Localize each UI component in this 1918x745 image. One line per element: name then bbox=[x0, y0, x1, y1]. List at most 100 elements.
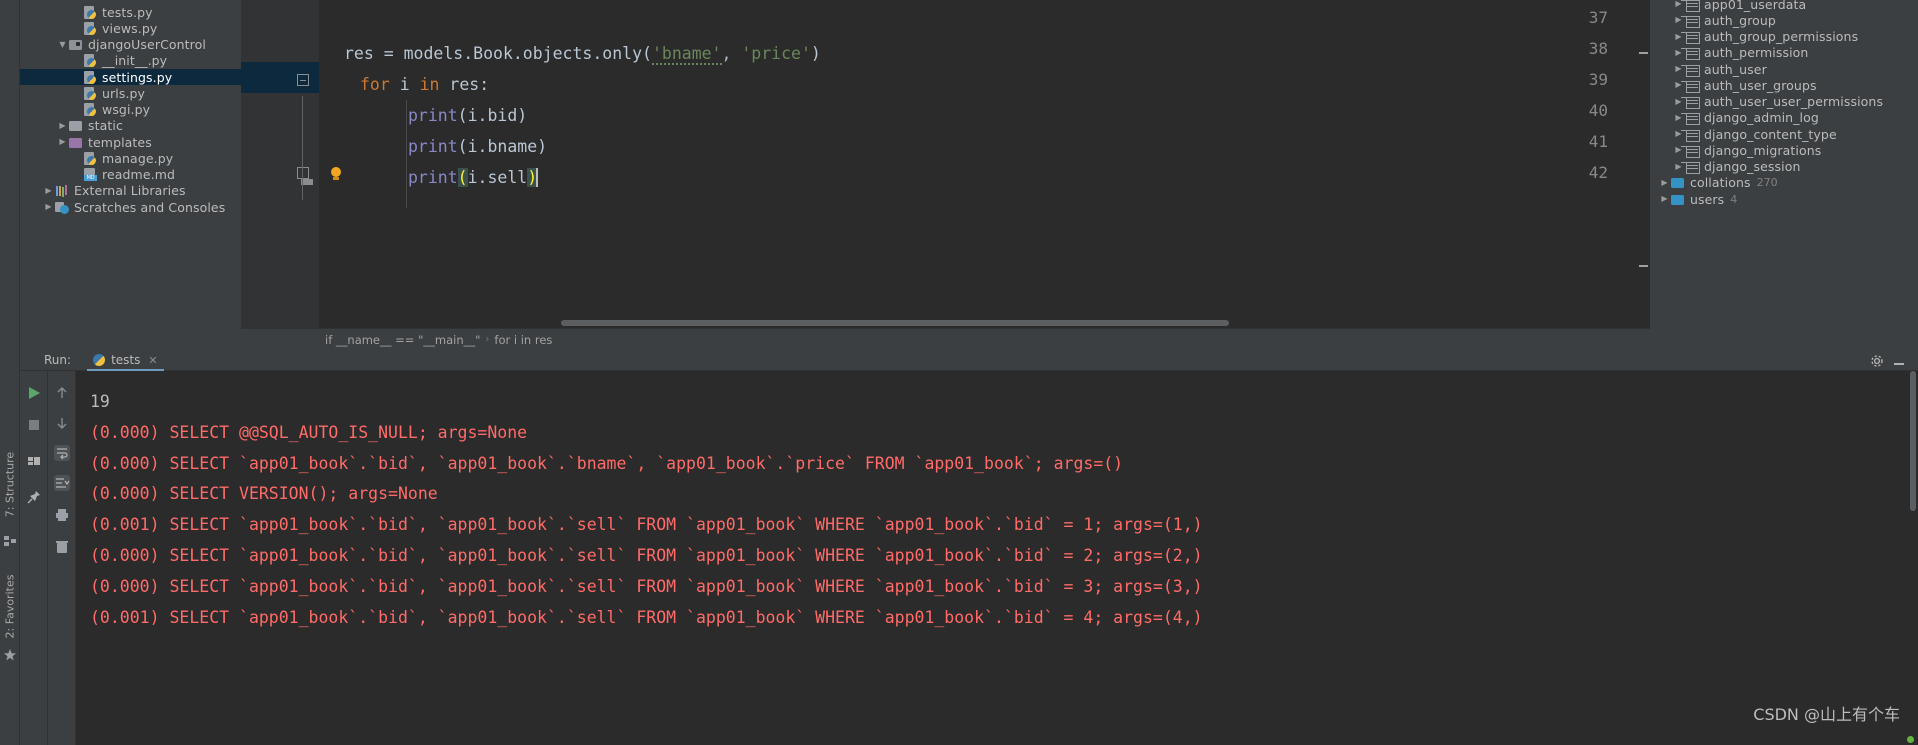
tree-item-label: views.py bbox=[102, 20, 158, 36]
tree-item-label: auth_user_groups bbox=[1704, 77, 1817, 93]
restore-layout-button[interactable] bbox=[26, 453, 42, 469]
tree-item-count: 270 bbox=[1756, 176, 1778, 190]
code-editor[interactable]: 37 38 39 40 41 42 res = models.Book.objects.o… bbox=[241, 0, 1650, 350]
chevron-right-icon[interactable]: ▶ bbox=[1672, 48, 1685, 57]
tree-item-django-content-type[interactable]: ▶ django_content_type bbox=[1650, 126, 1918, 142]
tree-item-djangousercontrol[interactable]: ▼ djangoUserControl bbox=[20, 37, 241, 53]
tree-item-auth-group[interactable]: ▶ auth_group bbox=[1650, 12, 1918, 28]
tree-item-django-session[interactable]: ▶ django_session bbox=[1650, 159, 1918, 175]
tree-item-label: auth_group_permissions bbox=[1704, 29, 1859, 45]
tree-item-urls-py[interactable]: urls.py bbox=[20, 85, 241, 101]
tool-button-structure[interactable]: 7: Structure bbox=[3, 452, 16, 517]
code-token-string: 'bname' bbox=[651, 44, 722, 65]
down-stack-button[interactable] bbox=[54, 415, 70, 431]
chevron-right-icon[interactable]: ▶ bbox=[1672, 81, 1685, 89]
hide-panel-icon[interactable] bbox=[1892, 354, 1906, 368]
code-line-41[interactable]: print(i.bname) bbox=[408, 131, 547, 162]
console-output[interactable]: 19 (0.000) SELECT @@SQL_AUTO_IS_NULL; arg… bbox=[76, 371, 1918, 745]
tree-item-django-admin-log[interactable]: ▶ django_admin_log bbox=[1650, 110, 1918, 126]
editor-horizontal-scrollbar[interactable] bbox=[561, 320, 1229, 326]
db-table-icon bbox=[1685, 0, 1700, 12]
tree-item-label: django_content_type bbox=[1704, 126, 1837, 142]
tree-item-label: auth_user bbox=[1704, 61, 1767, 77]
tree-item-tests-py[interactable]: tests.py bbox=[20, 4, 241, 20]
code-token: res = models.Book.objects.only( bbox=[344, 44, 652, 63]
tree-item-django-migrations[interactable]: ▶ django_migrations bbox=[1650, 142, 1918, 158]
tree-item-external-libraries[interactable]: ▶ External Libraries bbox=[20, 183, 241, 199]
tree-item-label: djangoUserControl bbox=[88, 37, 206, 53]
tree-item-label: wsgi.py bbox=[102, 102, 151, 118]
run-panel-header: Run: tests ✕ bbox=[20, 350, 1918, 371]
clear-all-button[interactable] bbox=[54, 539, 70, 555]
console-scrollbar[interactable] bbox=[1910, 371, 1916, 511]
run-tab-tests[interactable]: tests ✕ bbox=[87, 350, 164, 371]
chevron-right-icon[interactable]: ▶ bbox=[42, 186, 55, 195]
tree-item-app01-userdata[interactable]: ▶ app01_userdata bbox=[1650, 0, 1918, 12]
chevron-right-icon[interactable]: ▶ bbox=[42, 203, 55, 211]
breadcrumb-item-loop[interactable]: for i in res bbox=[494, 333, 552, 347]
tree-item-auth-group-permissions[interactable]: ▶ auth_group_permissions bbox=[1650, 29, 1918, 45]
chevron-right-icon[interactable]: ▶ bbox=[1672, 113, 1685, 122]
db-table-icon bbox=[1685, 14, 1700, 28]
tree-item-auth-permission[interactable]: ▶ auth_permission bbox=[1650, 45, 1918, 61]
text-caret bbox=[536, 168, 538, 187]
code-editor-body[interactable]: 37 38 39 40 41 42 res = models.Book.objects.o… bbox=[241, 0, 1650, 328]
up-stack-button[interactable] bbox=[54, 385, 70, 401]
rerun-button[interactable] bbox=[26, 385, 42, 401]
database-tool-window[interactable]: ▶ app01_userdata ▶ auth_group ▶ auth_group_pe… bbox=[1650, 0, 1918, 350]
tree-item-auth-user-groups[interactable]: ▶ auth_user_groups bbox=[1650, 77, 1918, 93]
chevron-right-icon[interactable]: ▶ bbox=[56, 121, 69, 130]
chevron-right-icon[interactable]: ▶ bbox=[1672, 162, 1685, 171]
code-line-38[interactable]: res = models.Book.objects.only('bname', … bbox=[344, 38, 821, 69]
code-token-string: 'price' bbox=[741, 44, 811, 63]
code-line-42[interactable]: print(i.sell) bbox=[408, 162, 538, 193]
chevron-right-icon[interactable]: ▶ bbox=[56, 138, 69, 146]
tree-item-wsgi-py[interactable]: wsgi.py bbox=[20, 102, 241, 118]
tool-button-favorites[interactable]: 2: Favorites bbox=[3, 575, 16, 639]
tree-item-readme-md[interactable]: readme.md bbox=[20, 167, 241, 183]
scroll-to-end-button[interactable] bbox=[54, 475, 70, 491]
tree-item-auth-user-user-permissions[interactable]: ▶ auth_user_user_permissions bbox=[1650, 94, 1918, 110]
chevron-right-icon[interactable]: ▶ bbox=[1672, 32, 1685, 41]
markdown-file-icon bbox=[83, 168, 98, 182]
tree-item-collations[interactable]: ▶ collations 270 bbox=[1650, 175, 1918, 191]
project-tool-window[interactable]: tests.py views.py ▼ djangoUserControl __init… bbox=[20, 0, 241, 350]
structure-icon bbox=[4, 532, 16, 546]
chevron-right-icon[interactable]: ▶ bbox=[1672, 0, 1685, 8]
chevron-right-icon[interactable]: ▶ bbox=[1672, 16, 1685, 24]
pin-tab-button[interactable] bbox=[26, 489, 42, 505]
tree-item--init-py[interactable]: __init__.py bbox=[20, 53, 241, 69]
chevron-right-icon: › bbox=[485, 334, 490, 345]
print-button[interactable] bbox=[54, 507, 70, 523]
soft-wrap-button[interactable] bbox=[54, 445, 70, 461]
tree-item-static[interactable]: ▶ static bbox=[20, 118, 241, 134]
chevron-right-icon[interactable]: ▶ bbox=[1658, 195, 1671, 203]
code-line-39[interactable]: for i in res: bbox=[360, 69, 489, 100]
settings-gear-icon[interactable] bbox=[1870, 354, 1884, 368]
tree-item-auth-user[interactable]: ▶ auth_user bbox=[1650, 61, 1918, 77]
left-tool-rail-bottom: 7: Structure 2: Favorites bbox=[0, 350, 20, 745]
chevron-down-icon[interactable]: ▼ bbox=[56, 40, 69, 49]
tree-item-label: static bbox=[88, 118, 123, 134]
tree-item-manage-py[interactable]: manage.py bbox=[20, 150, 241, 166]
tree-item-views-py[interactable]: views.py bbox=[20, 20, 241, 36]
chevron-right-icon[interactable]: ▶ bbox=[1672, 97, 1685, 106]
chevron-right-icon[interactable]: ▶ bbox=[1672, 146, 1685, 154]
tree-item-scratches-and-consoles[interactable]: ▶ Scratches and Consoles bbox=[20, 199, 241, 215]
stop-button[interactable] bbox=[26, 417, 42, 433]
tree-item-settings-py[interactable]: settings.py bbox=[20, 69, 241, 86]
tree-item-templates[interactable]: ▶ templates bbox=[20, 134, 241, 150]
chevron-right-icon[interactable]: ▶ bbox=[1658, 178, 1671, 187]
chevron-right-icon[interactable]: ▶ bbox=[1672, 130, 1685, 138]
close-icon[interactable]: ✕ bbox=[148, 354, 157, 367]
breadcrumb-item-main[interactable]: if __name__ == "__main__" bbox=[325, 333, 480, 347]
run-toolbar-left bbox=[20, 371, 48, 745]
breadcrumb[interactable]: if __name__ == "__main__" › for i in res bbox=[241, 328, 1650, 350]
code-token-keyword: in bbox=[419, 75, 440, 94]
code-line-40[interactable]: print(i.bid) bbox=[408, 100, 527, 131]
chevron-right-icon[interactable]: ▶ bbox=[1672, 65, 1685, 73]
code-text[interactable]: res = models.Book.objects.only('bname', … bbox=[241, 0, 1650, 328]
tree-item-users[interactable]: ▶ users 4 bbox=[1650, 191, 1918, 207]
python-file-icon bbox=[83, 86, 98, 100]
tree-item-label: django_migrations bbox=[1704, 142, 1822, 158]
